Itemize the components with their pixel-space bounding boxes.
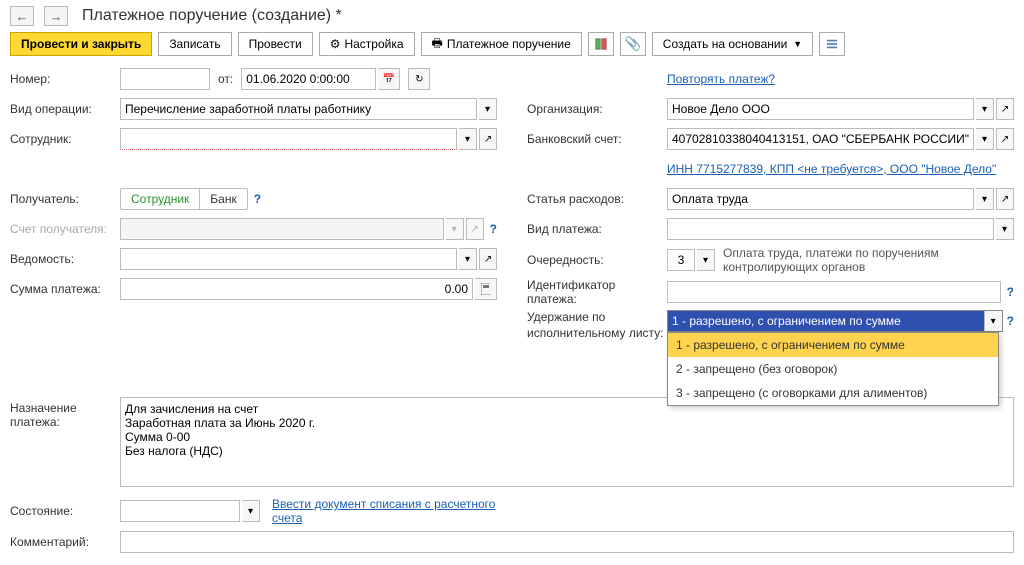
paperclip-icon: 📎 bbox=[624, 36, 641, 52]
amount-label: Сумма платежа: bbox=[10, 282, 120, 296]
help-icon[interactable]: ? bbox=[254, 192, 261, 206]
state-dropdown[interactable]: ▾ bbox=[242, 500, 260, 522]
toolbar: Провести и закрыть Записать Провести ⚙ Н… bbox=[10, 32, 1014, 56]
expense-open[interactable]: ↗ bbox=[996, 188, 1014, 210]
withholding-option-3[interactable]: 3 - запрещено (с оговорками для алименто… bbox=[668, 381, 998, 405]
nav-back-button[interactable]: ← bbox=[10, 6, 34, 26]
employee-label: Сотрудник: bbox=[10, 132, 120, 146]
help-icon[interactable]: ? bbox=[1007, 314, 1014, 328]
payment-type-label: Вид платежа: bbox=[527, 222, 667, 236]
chevron-down-icon: ▼ bbox=[793, 39, 802, 49]
priority-desc: Оплата труда, платежи по поручениям конт… bbox=[723, 246, 1014, 274]
expense-input[interactable] bbox=[667, 188, 974, 210]
register-label: Ведомость: bbox=[10, 252, 120, 266]
withholding-dropdown-list: 1 - разрешено, с ограничением по сумме 2… bbox=[667, 332, 999, 406]
recipient-account-dropdown: ▾ bbox=[446, 218, 464, 240]
employee-input[interactable] bbox=[120, 128, 457, 150]
purpose-textarea[interactable] bbox=[120, 397, 1014, 487]
priority-label: Очередность: bbox=[527, 253, 667, 267]
help-icon[interactable]: ? bbox=[1007, 285, 1014, 299]
org-label: Организация: bbox=[527, 102, 667, 116]
bank-acc-label: Банковский счет: bbox=[527, 132, 667, 146]
state-label: Состояние: bbox=[10, 504, 120, 518]
amount-input[interactable] bbox=[120, 278, 473, 300]
expense-dropdown[interactable]: ▾ bbox=[976, 188, 994, 210]
register-input[interactable] bbox=[120, 248, 457, 270]
enter-writeoff-link[interactable]: Ввести документ списания с расчетного сч… bbox=[272, 497, 520, 525]
recipient-account-input bbox=[120, 218, 444, 240]
calculator-icon bbox=[481, 283, 490, 295]
register-open[interactable]: ↗ bbox=[479, 248, 497, 270]
debit-credit-button[interactable] bbox=[588, 32, 614, 56]
date-label: от: bbox=[218, 72, 233, 86]
bank-acc-dropdown[interactable]: ▾ bbox=[976, 128, 994, 150]
op-type-input[interactable] bbox=[120, 98, 477, 120]
recipient-account-open: ↗ bbox=[466, 218, 484, 240]
gear-icon: ⚙ bbox=[330, 37, 341, 51]
refresh-button[interactable]: ↻ bbox=[408, 68, 430, 90]
org-input[interactable] bbox=[667, 98, 974, 120]
org-open[interactable]: ↗ bbox=[996, 98, 1014, 120]
calculator-button[interactable] bbox=[475, 278, 497, 300]
recipient-toggle: Сотрудник Банк bbox=[120, 188, 248, 210]
help-icon[interactable]: ? bbox=[490, 222, 497, 236]
comment-input[interactable] bbox=[120, 531, 1014, 553]
page-title: Платежное поручение (создание) * bbox=[82, 7, 342, 25]
priority-dropdown[interactable]: ▾ bbox=[697, 249, 715, 271]
post-button[interactable]: Провести bbox=[238, 32, 313, 56]
withholding-select[interactable]: 1 - разрешено, с ограничением по сумме ▾ bbox=[667, 310, 1003, 332]
number-input[interactable] bbox=[120, 68, 210, 90]
settings-button[interactable]: ⚙ Настройка bbox=[319, 32, 415, 56]
nav-forward-button[interactable]: → bbox=[44, 6, 68, 26]
printer-icon: 🖶 bbox=[432, 34, 443, 55]
employee-open[interactable]: ↗ bbox=[479, 128, 497, 150]
withholding-dropdown-button[interactable]: ▾ bbox=[984, 310, 1002, 332]
op-type-label: Вид операции: bbox=[10, 102, 120, 116]
bank-acc-input[interactable] bbox=[667, 128, 974, 150]
recipient-label: Получатель: bbox=[10, 192, 120, 206]
create-based-button[interactable]: Создать на основании ▼ bbox=[652, 32, 813, 56]
inn-link[interactable]: ИНН 7715277839, КПП <не требуется>, ООО … bbox=[667, 162, 996, 176]
attach-button[interactable]: 📎 bbox=[620, 32, 646, 56]
post-and-close-button[interactable]: Провести и закрыть bbox=[10, 32, 152, 56]
withholding-option-1[interactable]: 1 - разрешено, с ограничением по сумме bbox=[668, 333, 998, 357]
calendar-icon: 📅 bbox=[383, 74, 395, 85]
list-button[interactable] bbox=[819, 32, 845, 56]
recipient-account-label: Счет получателя: bbox=[10, 222, 120, 236]
toggle-employee[interactable]: Сотрудник bbox=[121, 189, 199, 209]
payment-id-input[interactable] bbox=[667, 281, 1001, 303]
comment-label: Комментарий: bbox=[10, 535, 120, 549]
number-label: Номер: bbox=[10, 72, 120, 86]
toggle-bank[interactable]: Банк bbox=[199, 189, 246, 209]
calendar-button[interactable]: 📅 bbox=[378, 68, 400, 90]
priority-input[interactable] bbox=[667, 249, 695, 271]
state-input[interactable] bbox=[120, 500, 240, 522]
payment-type-input[interactable] bbox=[667, 218, 994, 240]
repeat-payment-link[interactable]: Повторять платеж? bbox=[667, 72, 775, 86]
employee-dropdown[interactable]: ▾ bbox=[459, 128, 477, 150]
write-button[interactable]: Записать bbox=[158, 32, 231, 56]
purpose-label: Назначение платежа: bbox=[10, 397, 120, 429]
bank-acc-open[interactable]: ↗ bbox=[996, 128, 1014, 150]
register-dropdown[interactable]: ▾ bbox=[459, 248, 477, 270]
expense-label: Статья расходов: bbox=[527, 192, 667, 206]
date-input[interactable] bbox=[241, 68, 376, 90]
payment-type-dropdown[interactable]: ▾ bbox=[996, 218, 1014, 240]
withholding-option-2[interactable]: 2 - запрещено (без оговорок) bbox=[668, 357, 998, 381]
print-button[interactable]: 🖶 Платежное поручение bbox=[421, 32, 582, 56]
org-dropdown[interactable]: ▾ bbox=[976, 98, 994, 120]
withholding-label: Удержание по исполнительному листу: bbox=[527, 310, 667, 341]
payment-id-label: Идентификатор платежа: bbox=[527, 278, 667, 306]
op-type-dropdown[interactable]: ▾ bbox=[479, 98, 497, 120]
